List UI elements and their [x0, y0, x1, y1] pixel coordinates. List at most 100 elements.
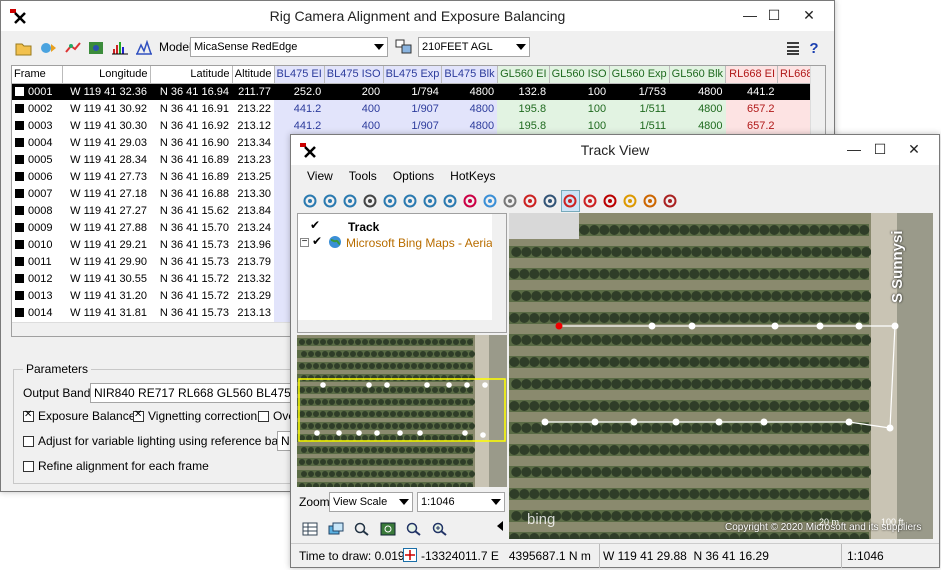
refresh-icon[interactable] — [301, 190, 320, 212]
magnify-icon[interactable] — [581, 190, 600, 212]
draw-icon[interactable] — [621, 190, 640, 212]
frame-point[interactable] — [555, 322, 563, 330]
zoom-extent-icon[interactable] — [441, 190, 460, 212]
column-header[interactable]: Longitude — [62, 66, 151, 84]
row-checkbox[interactable] — [15, 274, 24, 284]
refine-alignment-checkbox[interactable]: Refine alignment for each frame — [23, 459, 209, 473]
layer-color-icon[interactable] — [461, 190, 480, 212]
row-checkbox[interactable] — [15, 206, 24, 216]
camera-icon[interactable] — [501, 190, 520, 212]
row-checkbox[interactable] — [15, 223, 24, 233]
edit-icon[interactable] — [641, 190, 660, 212]
help-icon[interactable]: ? — [803, 37, 825, 59]
row-checkbox[interactable] — [15, 104, 24, 114]
row-checkbox[interactable] — [15, 155, 24, 165]
row-checkbox[interactable] — [15, 121, 24, 131]
menu-tools[interactable]: Tools — [349, 169, 377, 183]
close-button[interactable]: ✕ — [891, 135, 937, 165]
layer-tree-scrollbar[interactable] — [492, 214, 506, 332]
column-header[interactable]: Altitude — [232, 66, 275, 84]
zoom-out-icon[interactable] — [401, 190, 420, 212]
frame-point[interactable] — [886, 424, 894, 432]
zoom-fit-icon[interactable] — [421, 190, 440, 212]
row-checkbox[interactable] — [15, 240, 24, 250]
zoom-in-icon[interactable] — [429, 518, 451, 540]
align-points-icon[interactable] — [61, 37, 83, 59]
frame-point[interactable] — [541, 418, 549, 426]
row-checkbox[interactable] — [15, 291, 24, 301]
frame-point[interactable] — [855, 322, 863, 330]
histogram-icon[interactable] — [109, 37, 131, 59]
menu-hotkeys[interactable]: HotKeys — [450, 169, 495, 183]
column-header[interactable]: BL475 Blk — [441, 66, 498, 84]
zoom-extent-icon[interactable] — [377, 518, 399, 540]
column-header[interactable]: Frame — [12, 66, 63, 84]
collapse-icon[interactable]: − — [300, 237, 309, 247]
spectrum-chart-icon[interactable] — [133, 37, 155, 59]
image-view-icon[interactable] — [85, 37, 107, 59]
zoom-box-icon[interactable] — [403, 518, 425, 540]
table-row[interactable]: 0003 W 119 41 30.30 N 36 41 16.92 213.12 441… — [12, 117, 815, 134]
frame-point[interactable] — [648, 322, 656, 330]
column-header[interactable]: GL560 Blk — [669, 66, 727, 84]
frame-point[interactable] — [845, 418, 853, 426]
layers-icon[interactable] — [325, 518, 347, 540]
magnifier-icon[interactable] — [351, 518, 373, 540]
column-header[interactable]: Latitude — [150, 66, 233, 84]
table-edit-icon[interactable] — [541, 190, 560, 212]
pan-icon[interactable] — [341, 190, 360, 212]
globe-icon[interactable] — [481, 190, 500, 212]
vignetting-checkbox[interactable]: Vignetting correction — [133, 409, 257, 423]
frame-point[interactable] — [672, 418, 680, 426]
exposure-balance-checkbox[interactable]: Exposure Balance — [23, 409, 135, 423]
row-checkbox[interactable] — [15, 172, 24, 182]
list-menu-icon[interactable] — [782, 37, 804, 59]
row-checkbox[interactable] — [15, 308, 24, 318]
frame-point[interactable] — [771, 322, 779, 330]
bing-layer-check[interactable]: ✔ — [312, 234, 322, 248]
zoom-mode-select[interactable]: View Scale — [329, 492, 413, 512]
output-bands-field[interactable]: NIR840 RE717 RL668 GL560 BL475 — [90, 383, 300, 403]
open-folder-icon[interactable] — [13, 37, 35, 59]
column-header[interactable]: BL475 ISO — [324, 66, 384, 84]
row-checkbox[interactable] — [15, 257, 24, 267]
overview-map[interactable] — [297, 335, 507, 487]
column-header[interactable]: BL475 EI — [274, 66, 325, 84]
menu-options[interactable]: Options — [393, 169, 434, 183]
column-header[interactable]: BL475 Exp — [383, 66, 443, 84]
layer-tree-hscroll[interactable] — [298, 320, 492, 332]
row-checkbox[interactable] — [15, 138, 24, 148]
frame-point[interactable] — [630, 418, 638, 426]
zoom-scale-select[interactable]: 1:1046 — [417, 492, 505, 512]
main-map[interactable]: S Sunnysi bing Copyright © 2020 Microsof… — [509, 213, 933, 539]
row-checkbox[interactable] — [15, 189, 24, 199]
adjust-lighting-checkbox[interactable]: Adjust for variable lighting using refer… — [23, 434, 292, 448]
column-header[interactable]: RL668 EI — [725, 66, 779, 84]
altitude-reference-icon[interactable] — [393, 36, 415, 58]
measure-icon[interactable] — [361, 190, 380, 212]
table-icon[interactable] — [299, 518, 321, 540]
table-row[interactable]: 0002 W 119 41 30.92 N 36 41 16.91 213.22 441… — [12, 100, 815, 117]
collapse-panel-icon[interactable] — [497, 521, 503, 531]
track-layer-check[interactable]: ✔ — [310, 218, 320, 232]
table-row[interactable]: 0001 W 119 41 32.36 N 36 41 16.94 211.77 252… — [12, 83, 815, 100]
select-icon[interactable] — [321, 190, 340, 212]
crosshair-icon[interactable] — [403, 548, 417, 562]
column-header[interactable]: GL560 Exp — [609, 66, 670, 84]
frame-point[interactable] — [816, 322, 824, 330]
frame-point[interactable] — [760, 418, 768, 426]
frame-point[interactable] — [715, 418, 723, 426]
close-button[interactable]: ✕ — [786, 1, 832, 31]
column-header[interactable]: GL560 EI — [497, 66, 550, 84]
frame-point[interactable] — [591, 418, 599, 426]
camera-rig-icon[interactable] — [37, 37, 59, 59]
frame-point[interactable] — [688, 322, 696, 330]
menu-view[interactable]: View — [307, 169, 333, 183]
zoom-in-icon[interactable] — [381, 190, 400, 212]
graph-icon[interactable] — [661, 190, 680, 212]
move-icon[interactable] — [561, 190, 580, 212]
column-header[interactable]: GL560 ISO — [549, 66, 610, 84]
add-point-icon[interactable] — [521, 190, 540, 212]
altitude-select[interactable]: 210FEET AGL — [418, 37, 530, 57]
pointer-icon[interactable] — [601, 190, 620, 212]
